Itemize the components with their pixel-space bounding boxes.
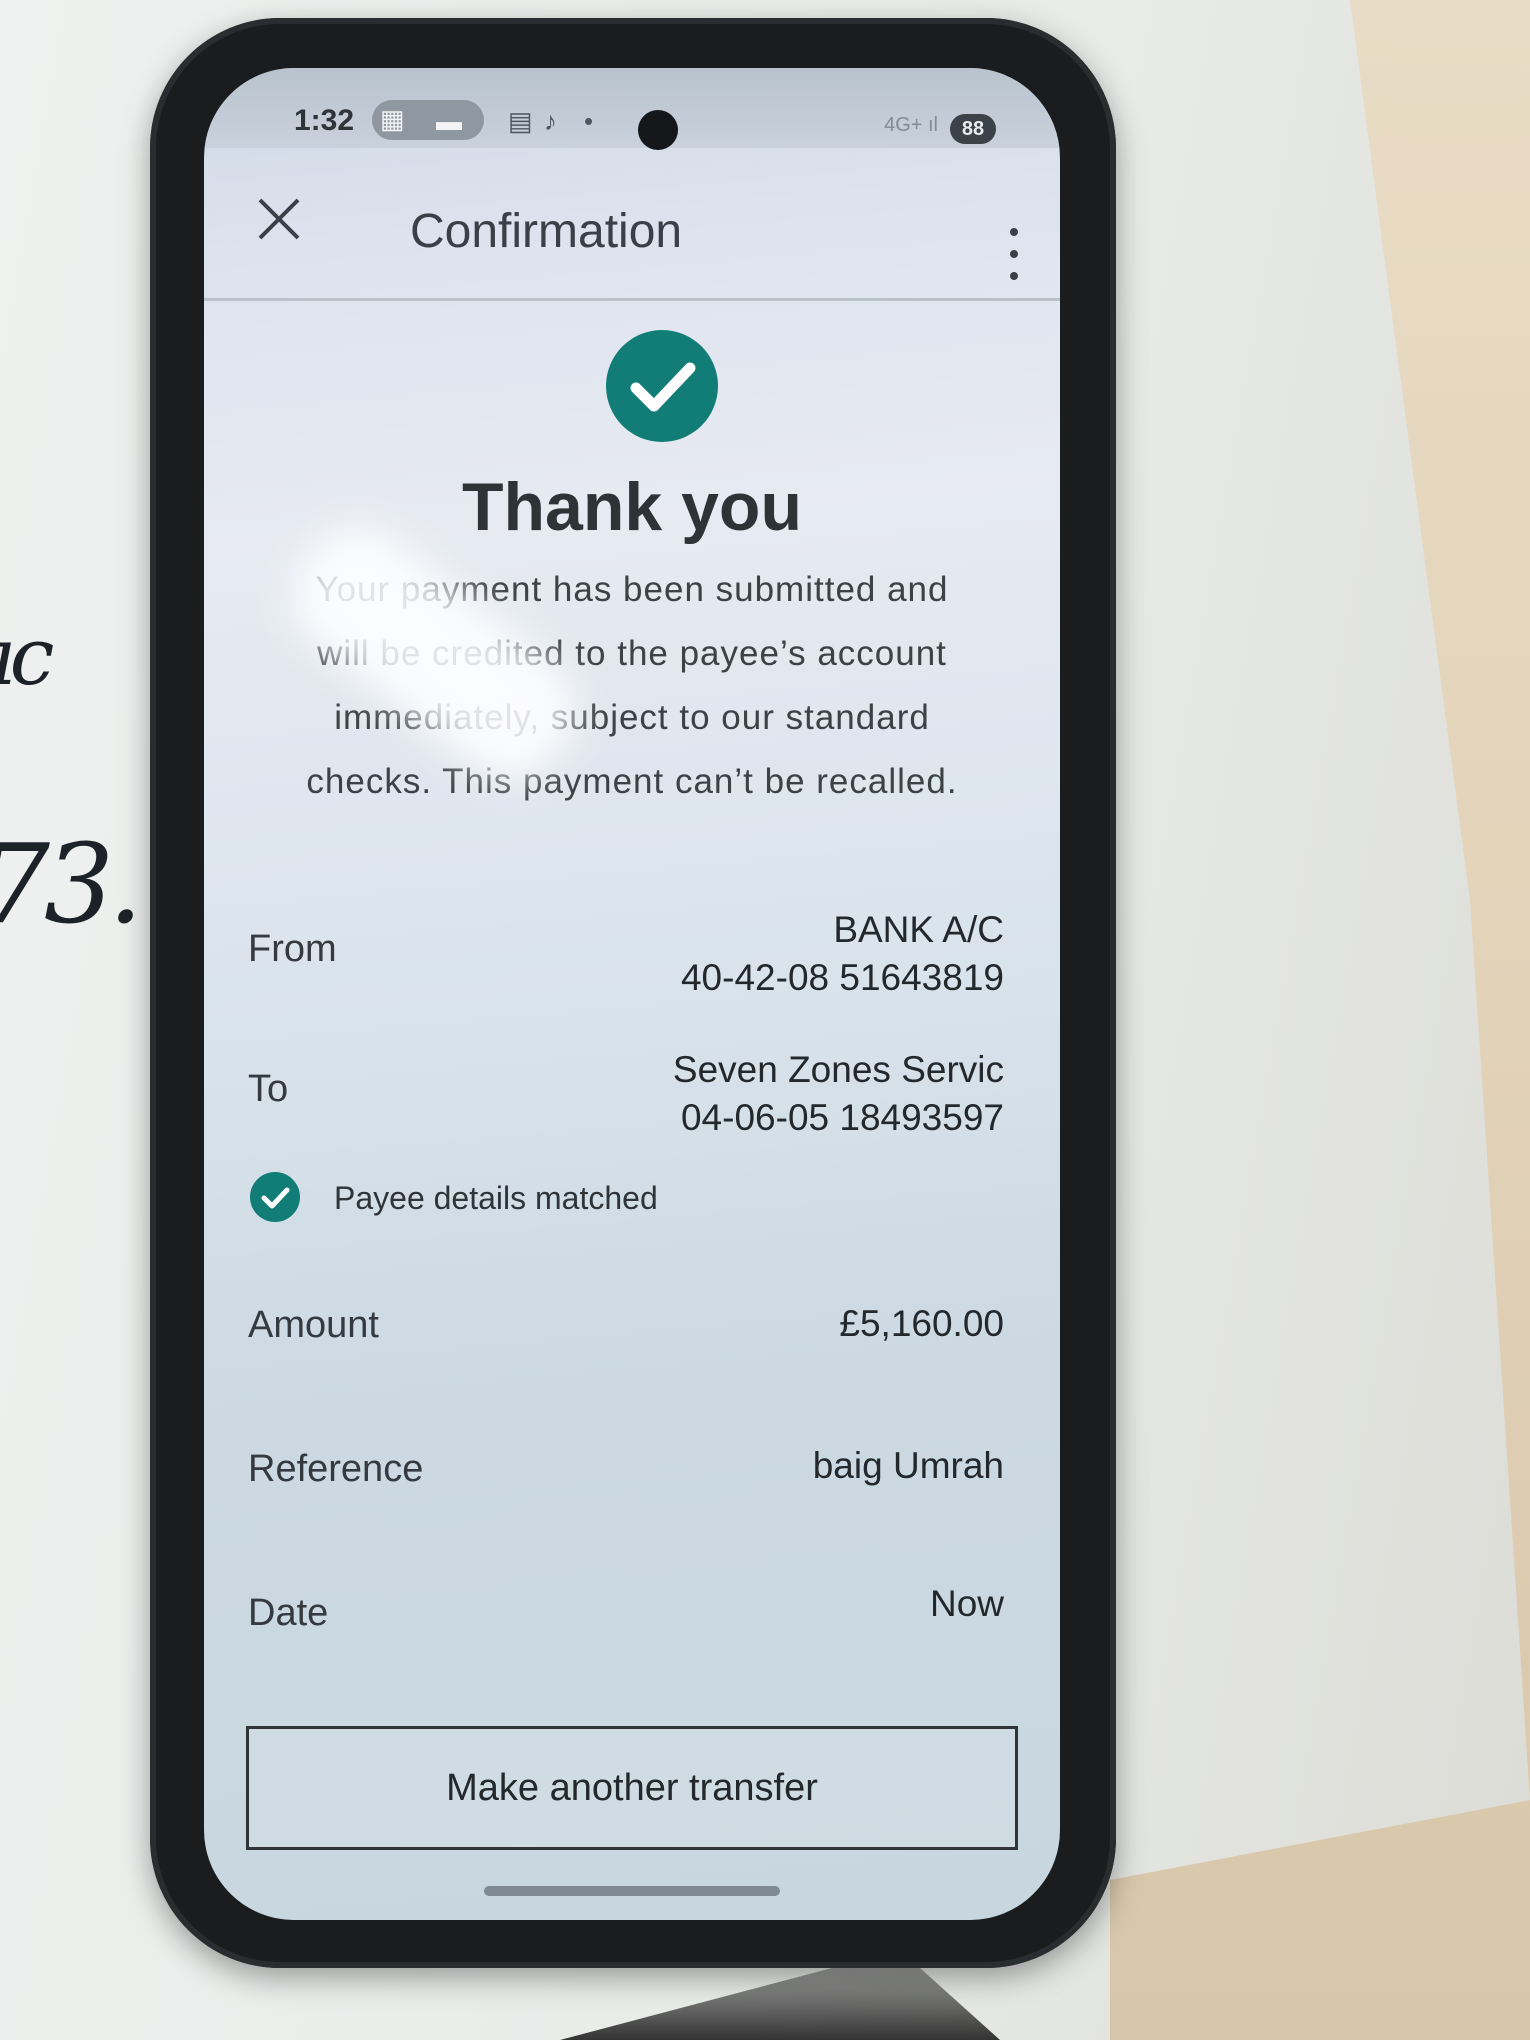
calendar-icon: ▤ [508,106,533,136]
grid-icon: ▦ [380,104,405,134]
status-time: 1:32 [294,104,355,137]
from-account-number: 40-42-08 51643819 [680,957,1004,998]
from-value: BANK A/C 40-42-08 51643819 [681,906,1004,1002]
flag-icon: ▬ [436,106,462,136]
phone-device: 1:32 ▦ ▬ ▤ ♪ • 4G+ ıl 88 Confirmation Th… [150,18,1116,1968]
reference-row: Reference baig Umrah [248,1442,1004,1502]
amount-value: £5,160.00 [839,1303,1004,1344]
tiktok-icon: ♪ [544,106,557,136]
home-indicator[interactable] [484,1886,780,1896]
message-line: immediately, subject to our standard [334,698,930,737]
amount-label: Amount [248,1304,379,1346]
payee-match-text: Payee details matched [334,1180,658,1216]
from-row: From BANK A/C 40-42-08 51643819 [248,906,1004,1006]
desk-background [1110,0,1530,2040]
to-row: To Seven Zones Servic 04-06-05 18493597 [248,1046,1004,1146]
date-row: Date Now [248,1583,1004,1646]
to-value: Seven Zones Servic 04-06-05 18493597 [673,1046,1004,1142]
status-bar: 1:32 ▦ ▬ ▤ ♪ • 4G+ ıl 88 [204,68,1060,150]
date-label: Date [248,1592,329,1634]
handwriting-mark: ıc [0,610,54,703]
from-label: From [248,928,337,970]
to-account-number: 04-06-05 18493597 [680,1097,1004,1138]
success-check-icon [606,330,718,442]
phone-screen: 1:32 ▦ ▬ ▤ ♪ • 4G+ ıl 88 Confirmation Th… [204,68,1060,1920]
from-account-name: BANK A/C [833,909,1004,950]
network-type: 4G+ [884,114,923,136]
close-icon[interactable] [254,194,304,244]
battery-indicator: 88 [950,114,996,144]
app-header: Confirmation [204,148,1060,301]
page-title: Confirmation [410,205,683,258]
more-vertical-icon[interactable] [1004,224,1024,284]
date-value: Now [929,1583,1004,1624]
front-camera [638,110,678,150]
make-another-transfer-button[interactable]: Make another transfer [246,1726,1018,1850]
signal-icon: 4G+ ıl [884,114,938,136]
reference-value: baig Umrah [812,1445,1004,1486]
message-line: checks. This payment can’t be recalled. [306,762,958,801]
handwriting-mark: 73. [0,820,143,948]
payee-match-status: Payee details matched [250,1168,950,1228]
reference-label: Reference [248,1448,424,1490]
to-payee-name: Seven Zones Servic [672,1049,1004,1090]
check-circle-icon [250,1172,300,1222]
dot-icon: • [584,106,594,136]
amount-row: Amount £5,160.00 [248,1298,1004,1358]
to-label: To [248,1068,289,1110]
